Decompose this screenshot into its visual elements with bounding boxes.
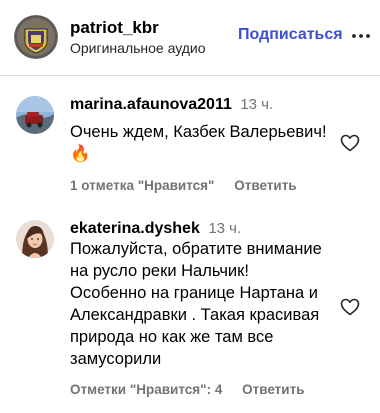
comment-line: Особенно на границе Нартана и (70, 284, 319, 302)
commenter-avatar[interactable] (16, 96, 54, 134)
commenter-username[interactable]: ekaterina.dyshek (70, 220, 200, 237)
comment-time: 13 ч. (240, 96, 274, 113)
comment-line: Очень ждем, Казбек Валерьевич! (70, 123, 327, 141)
post-comments-panel: patriot_kbr Оригинальное аудио Подписать… (0, 0, 380, 413)
commenter-username[interactable]: marina.afaunova2011 (70, 96, 232, 113)
comment-header: ekaterina.dyshek 13 ч. (70, 220, 241, 238)
more-options-icon[interactable] (350, 26, 372, 46)
comment-line: Пожалуйста, обратите внимание (70, 240, 322, 258)
comment-line: замусорили (70, 350, 162, 368)
comment-header: marina.afaunova2011 13 ч. (70, 96, 273, 114)
comment-line: Александравки . Такая красивая (70, 306, 320, 324)
author-username[interactable]: patriot_kbr (70, 18, 159, 38)
comment-text: Пожалуйста, обратите внимание на русло р… (70, 238, 332, 370)
comment-item: ekaterina.dyshek 13 ч. Пожалуйста, обрат… (0, 212, 380, 412)
likes-count[interactable]: Отметки "Нравится": 4 (70, 382, 222, 397)
comment-line: природа но как же там все (70, 328, 274, 346)
follow-button[interactable]: Подписаться (238, 26, 343, 44)
comment-item: marina.afaunova2011 13 ч. Очень ждем, Ка… (0, 88, 380, 198)
post-header: patriot_kbr Оригинальное аудио Подписать… (0, 0, 380, 74)
header-divider (0, 75, 380, 76)
comment-meta: Отметки "Нравится": 4 Ответить (70, 382, 304, 397)
comment-time: 13 ч. (208, 220, 242, 237)
likes-count[interactable]: 1 отметка "Нравится" (70, 178, 214, 193)
comment-meta: 1 отметка "Нравится" Ответить (70, 178, 297, 193)
like-heart-icon[interactable] (340, 298, 360, 316)
comment-text: Очень ждем, Казбек Валерьевич! 🔥 (70, 121, 332, 165)
original-audio-link[interactable]: Оригинальное аудио (70, 40, 206, 56)
author-avatar[interactable] (14, 15, 58, 59)
comment-line: 🔥 (70, 145, 91, 163)
like-heart-icon[interactable] (340, 134, 360, 152)
reply-button[interactable]: Ответить (242, 382, 304, 397)
comment-line: на русло реки Нальчик! (70, 262, 249, 280)
commenter-avatar[interactable] (16, 220, 54, 258)
reply-button[interactable]: Ответить (234, 178, 296, 193)
